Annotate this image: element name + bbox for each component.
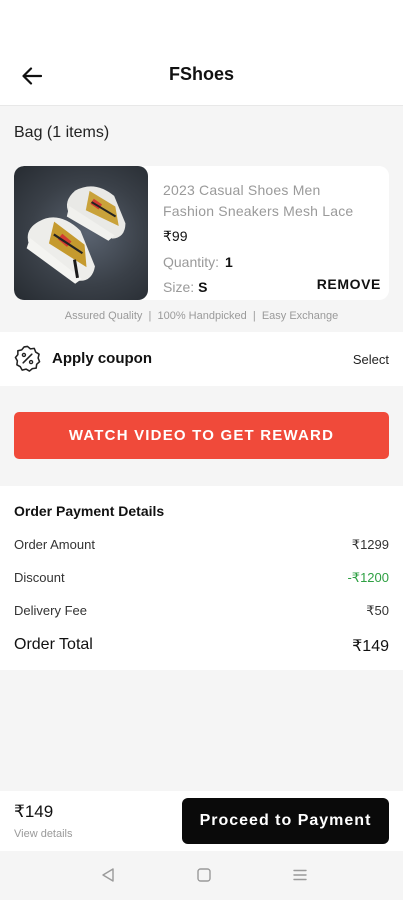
delivery-fee-value: ₹50 <box>366 603 389 618</box>
size-label: Size: <box>163 279 195 295</box>
discount-label: Discount <box>14 570 65 585</box>
footer-total-price: ₹149 <box>14 802 54 821</box>
bag-title: Bag (1 items) <box>14 124 110 141</box>
view-details-link[interactable]: View details <box>14 828 73 840</box>
apply-coupon-label: Apply coupon <box>52 350 152 367</box>
order-amount-label: Order Amount <box>14 537 95 552</box>
nav-back-button[interactable] <box>98 865 118 885</box>
checkout-footer: ₹149 View details Proceed to Payment <box>0 791 403 851</box>
nav-recent-button[interactable] <box>290 865 310 885</box>
remove-button[interactable]: REMOVE <box>317 276 381 292</box>
product-name: 2023 Casual Shoes Men Fashion Sneakers M… <box>163 182 354 219</box>
coupon-select-button[interactable]: Select <box>353 352 389 367</box>
order-amount-value: ₹1299 <box>351 537 389 552</box>
watch-video-reward-button[interactable]: WATCH VIDEO TO GET REWARD <box>14 412 389 459</box>
product-card[interactable]: 2023 Casual Shoes Men Fashion Sneakers M… <box>14 166 389 300</box>
quantity-value: 1 <box>225 254 233 270</box>
app-header: FShoes <box>0 0 403 106</box>
assured-text: Assured Quality | 100% Handpicked | Easy… <box>64 310 339 322</box>
sneaker-image-icon <box>26 186 126 284</box>
menu-lines-icon <box>293 869 307 881</box>
order-payment-details: Order Payment Details Order Amount ₹1299… <box>0 486 403 670</box>
order-total-label: Order Total <box>14 636 93 653</box>
product-info: 2023 Casual Shoes Men Fashion Sneakers M… <box>163 180 381 222</box>
order-amount-row: Order Amount ₹1299 <box>14 537 389 553</box>
product-name-line: 2023 Casual Shoes Men Fashion Sneakers M… <box>163 180 381 222</box>
product-image[interactable] <box>14 166 148 300</box>
delivery-fee-label: Delivery Fee <box>14 603 87 618</box>
discount-value: -₹1200 <box>347 570 389 585</box>
discount-row: Discount -₹1200 <box>14 570 389 586</box>
page-title: FShoes <box>168 64 234 84</box>
delivery-fee-row: Delivery Fee ₹50 <box>14 603 389 619</box>
nav-home-button[interactable] <box>194 865 214 885</box>
order-total-value: ₹149 <box>352 638 389 655</box>
apply-coupon-row[interactable]: Apply coupon Select <box>0 332 403 386</box>
proceed-to-payment-button[interactable]: Proceed to Payment <box>182 798 389 844</box>
triangle-back-icon <box>102 868 114 882</box>
payment-details-title: Order Payment Details <box>14 503 165 519</box>
product-price: ₹99 <box>163 228 188 244</box>
system-nav-bar <box>0 851 403 900</box>
quantity-label: Quantity: <box>163 254 220 270</box>
square-home-icon <box>197 868 211 882</box>
order-total-row: Order Total ₹149 <box>14 636 389 656</box>
size-value: S <box>198 279 208 295</box>
product-size: Size: S <box>163 279 207 295</box>
product-quantity: Quantity: 1 <box>163 254 233 270</box>
discount-percent-icon <box>14 345 41 372</box>
